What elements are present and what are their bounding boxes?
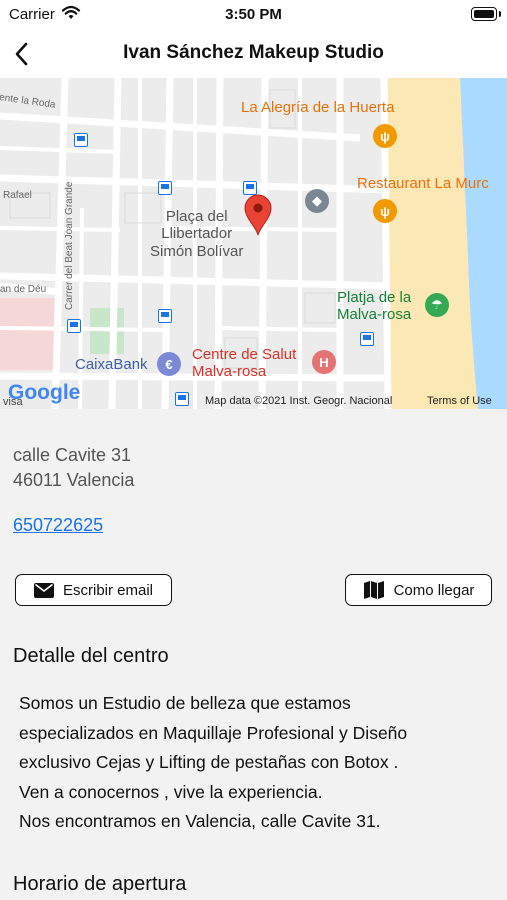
hours-section-title: Horario de apertura	[13, 873, 187, 895]
map-poi-restaurant: Restaurant La Murc	[357, 175, 489, 192]
status-bar: Carrier 3:50 PM	[0, 0, 507, 30]
map-street-label: an de Déu	[0, 284, 47, 295]
nav-bar: Ivan Sánchez Makeup Studio	[0, 30, 507, 78]
envelope-icon	[33, 582, 54, 598]
bus-stop-icon	[158, 181, 172, 195]
details-line: exclusivo Cejas y Lifting de pestañas co…	[19, 752, 399, 772]
map-poi-centre: Centre de Salut Malva-rosa	[192, 346, 297, 381]
page-title: Ivan Sánchez Makeup Studio	[123, 42, 384, 63]
bus-stop-icon	[74, 133, 88, 147]
battery-icon	[471, 7, 501, 21]
details-line: Nos encontramos en Valencia, calle Cavit…	[19, 811, 381, 831]
details-line: Somos un Estudio de belleza que estamos	[19, 693, 351, 713]
details-line: especializados en Maquillaje Profesional…	[19, 722, 408, 743]
map-attribution: Map data ©2021 Inst. Geogr. Nacional	[205, 395, 393, 407]
bus-stop-icon	[67, 319, 81, 333]
address-line-city: 46011 Valencia	[13, 470, 135, 490]
details-description: Somos un Estudio de belleza que estamos …	[19, 689, 499, 837]
bus-stop-icon	[158, 309, 172, 323]
fork-knife-icon: ψ	[373, 124, 397, 148]
location-pin-icon	[244, 194, 272, 236]
fork-knife-icon: ψ	[373, 199, 397, 223]
school-icon: ◆	[305, 189, 329, 213]
email-button[interactable]: Escribir email	[15, 574, 172, 606]
bus-stop-icon	[243, 181, 257, 195]
status-time: 3:50 PM	[225, 6, 282, 23]
directions-button[interactable]: Como llegar	[345, 574, 492, 606]
email-button-label: Escribir email	[62, 581, 153, 599]
back-button[interactable]	[6, 36, 42, 72]
map-icon	[363, 581, 384, 599]
directions-button-label: Como llegar	[393, 581, 475, 599]
location-map[interactable]: ente la Roda Rafael an de Déu Carrer del…	[0, 78, 507, 409]
details-section-title: Detalle del centro	[13, 645, 169, 667]
beach-icon: ☂	[425, 293, 449, 317]
bus-stop-icon	[360, 332, 374, 346]
hospital-icon: H	[312, 350, 336, 374]
map-terms-link[interactable]: Terms of Use	[427, 395, 492, 407]
map-poi-platja: Platja de la Malva-rosa	[337, 289, 412, 324]
map-street-label: Rafael	[3, 190, 32, 201]
map-street-label: Carrer del Beat Joan Grande	[64, 181, 75, 310]
map-plaza-label: Plaça del Llibertador Simón Bolívar	[150, 208, 244, 260]
address-line-street: calle Cavite 31	[13, 445, 132, 465]
map-poi-alegria: La Alegría de la Huerta	[241, 99, 395, 116]
google-logo: Google	[8, 381, 81, 404]
address-block: calle Cavite 31 46011 Valencia	[13, 443, 134, 493]
euro-icon: €	[157, 352, 181, 376]
phone-link[interactable]: 650722625	[13, 515, 103, 536]
map-poi-caixabank: CaixaBank	[75, 356, 148, 373]
chevron-left-icon	[15, 42, 28, 66]
details-line: Ven a conocernos , vive la experiencia.	[19, 781, 323, 802]
bus-stop-icon	[175, 392, 189, 406]
